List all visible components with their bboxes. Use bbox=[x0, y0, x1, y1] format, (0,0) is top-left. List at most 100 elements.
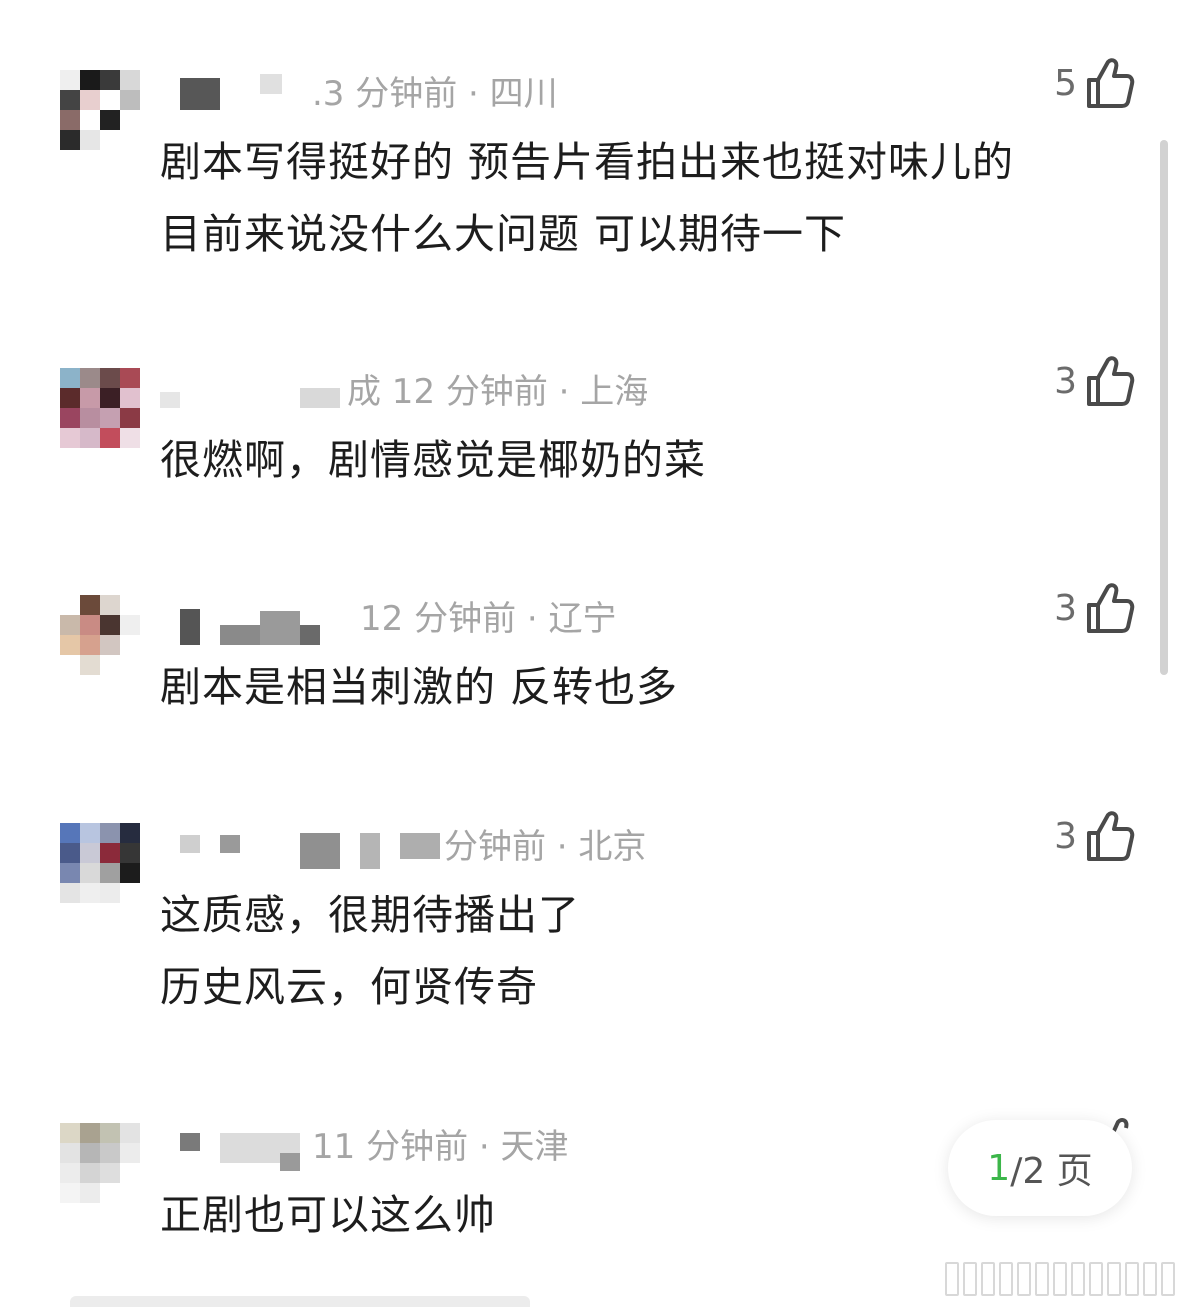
avatar-pixel bbox=[80, 1163, 100, 1183]
avatar-pixel bbox=[80, 130, 100, 150]
avatar-pixel bbox=[100, 110, 120, 130]
like-count: 3 bbox=[1054, 360, 1077, 402]
avatar-pixel bbox=[100, 635, 120, 655]
bottom-bar bbox=[70, 1296, 530, 1307]
avatar-pixel bbox=[80, 863, 100, 883]
avatar-pixel bbox=[60, 130, 80, 150]
username-redacted[interactable] bbox=[160, 595, 358, 645]
comment-line: 目前来说没什么大问题 可以期待一下 bbox=[160, 210, 847, 258]
avatar[interactable] bbox=[60, 70, 140, 150]
avatar-pixel bbox=[60, 595, 80, 615]
comment-body: 正剧也可以这么帅 bbox=[160, 1179, 496, 1251]
like-button[interactable]: 3 bbox=[1054, 809, 1135, 863]
avatar-pixel bbox=[120, 1183, 140, 1203]
avatar-pixel bbox=[100, 90, 120, 110]
avatar[interactable] bbox=[60, 595, 140, 675]
comment-line: 历史风云，何贤传奇 bbox=[160, 963, 538, 1011]
scrollbar[interactable] bbox=[1160, 140, 1168, 675]
avatar-pixel bbox=[80, 655, 100, 675]
avatar-pixel bbox=[100, 1163, 120, 1183]
like-button[interactable]: 3 bbox=[1054, 581, 1135, 635]
avatar-pixel bbox=[60, 1143, 80, 1163]
page-current: 1 bbox=[987, 1147, 1011, 1189]
avatar-pixel bbox=[100, 1183, 120, 1203]
avatar-pixel bbox=[120, 130, 140, 150]
avatar-pixel bbox=[80, 368, 100, 388]
avatar-pixel bbox=[120, 1143, 140, 1163]
comment-meta: 分钟前 · 北京 bbox=[160, 823, 646, 869]
avatar-pixel bbox=[80, 110, 100, 130]
comment-meta-text: 11 分钟前 · 天津 bbox=[312, 1126, 569, 1167]
avatar-pixel bbox=[120, 368, 140, 388]
like-count: 3 bbox=[1054, 587, 1077, 629]
avatar-pixel bbox=[120, 1163, 140, 1183]
avatar[interactable] bbox=[60, 1123, 140, 1203]
like-button[interactable]: 3 bbox=[1054, 354, 1135, 408]
avatar-pixel bbox=[60, 615, 80, 635]
avatar-pixel bbox=[60, 110, 80, 130]
comment-meta-text: .3 分钟前 · 四川 bbox=[312, 73, 558, 114]
avatar-pixel bbox=[60, 408, 80, 428]
avatar-pixel bbox=[60, 1163, 80, 1183]
avatar-pixel bbox=[60, 635, 80, 655]
avatar-pixel bbox=[80, 1123, 100, 1143]
avatar-pixel bbox=[80, 615, 100, 635]
comment-meta: 成 12 分钟前 · 上海 bbox=[160, 368, 648, 412]
page-total: /2 页 bbox=[1010, 1151, 1093, 1192]
comment-line: 很燃啊，剧情感觉是椰奶的菜 bbox=[160, 436, 706, 484]
avatar[interactable] bbox=[60, 823, 140, 903]
avatar-pixel bbox=[60, 90, 80, 110]
comment-line: 正剧也可以这么帅 bbox=[160, 1191, 496, 1239]
avatar-pixel bbox=[100, 388, 120, 408]
avatar-pixel bbox=[80, 635, 100, 655]
thumbs-up-icon bbox=[1087, 811, 1135, 861]
avatar-pixel bbox=[100, 843, 120, 863]
avatar-pixel bbox=[120, 843, 140, 863]
comment-body: 很燃啊，剧情感觉是椰奶的菜 bbox=[160, 424, 706, 496]
avatar-pixel bbox=[80, 408, 100, 428]
username-redacted[interactable] bbox=[160, 1123, 310, 1171]
avatar-pixel bbox=[120, 883, 140, 903]
avatar-pixel bbox=[60, 655, 80, 675]
avatar[interactable] bbox=[60, 368, 140, 448]
avatar-pixel bbox=[60, 388, 80, 408]
username-redacted[interactable] bbox=[160, 823, 442, 869]
username-redacted[interactable] bbox=[160, 368, 345, 408]
comment-meta: 12 分钟前 · 辽宁 bbox=[160, 595, 617, 645]
comment-body: 剧本写得挺好的 预告片看拍出来也挺对味儿的 目前来说没什么大问题 可以期待一下 bbox=[160, 126, 1014, 270]
avatar-pixel bbox=[100, 130, 120, 150]
avatar-pixel bbox=[60, 883, 80, 903]
comment-meta-text: 成 12 分钟前 · 上海 bbox=[347, 371, 649, 412]
comment-body: 这质感，很期待播出了 历史风云，何贤传奇 bbox=[160, 879, 580, 1023]
avatar-pixel bbox=[120, 655, 140, 675]
comment-line: 剧本写得挺好的 预告片看拍出来也挺对味儿的 bbox=[160, 138, 1015, 186]
avatar-pixel bbox=[120, 408, 140, 428]
avatar-pixel bbox=[80, 595, 100, 615]
watermark bbox=[945, 1262, 1179, 1296]
like-button[interactable]: 5 bbox=[1054, 56, 1135, 110]
thumbs-up-icon bbox=[1087, 583, 1135, 633]
avatar-pixel bbox=[120, 90, 140, 110]
avatar-pixel bbox=[100, 408, 120, 428]
avatar-pixel bbox=[60, 368, 80, 388]
avatar-pixel bbox=[100, 655, 120, 675]
avatar-pixel bbox=[60, 1183, 80, 1203]
avatar-pixel bbox=[100, 368, 120, 388]
avatar-pixel bbox=[100, 595, 120, 615]
comment-body: 剧本是相当刺激的 反转也多 bbox=[160, 651, 678, 723]
avatar-pixel bbox=[120, 110, 140, 130]
page-indicator[interactable]: 1/2 页 bbox=[948, 1120, 1132, 1216]
avatar-pixel bbox=[120, 595, 140, 615]
avatar-pixel bbox=[60, 863, 80, 883]
avatar-pixel bbox=[120, 635, 140, 655]
thumbs-up-icon bbox=[1087, 58, 1135, 108]
comment-meta: .3 分钟前 · 四川 bbox=[160, 70, 558, 114]
avatar-pixel bbox=[100, 863, 120, 883]
avatar-pixel bbox=[60, 1123, 80, 1143]
username-redacted[interactable] bbox=[160, 70, 310, 110]
comment-meta-text: 12 分钟前 · 辽宁 bbox=[360, 598, 617, 639]
avatar-pixel bbox=[80, 428, 100, 448]
avatar-pixel bbox=[120, 1123, 140, 1143]
avatar-pixel bbox=[60, 843, 80, 863]
comment-meta: 11 分钟前 · 天津 bbox=[160, 1123, 569, 1171]
